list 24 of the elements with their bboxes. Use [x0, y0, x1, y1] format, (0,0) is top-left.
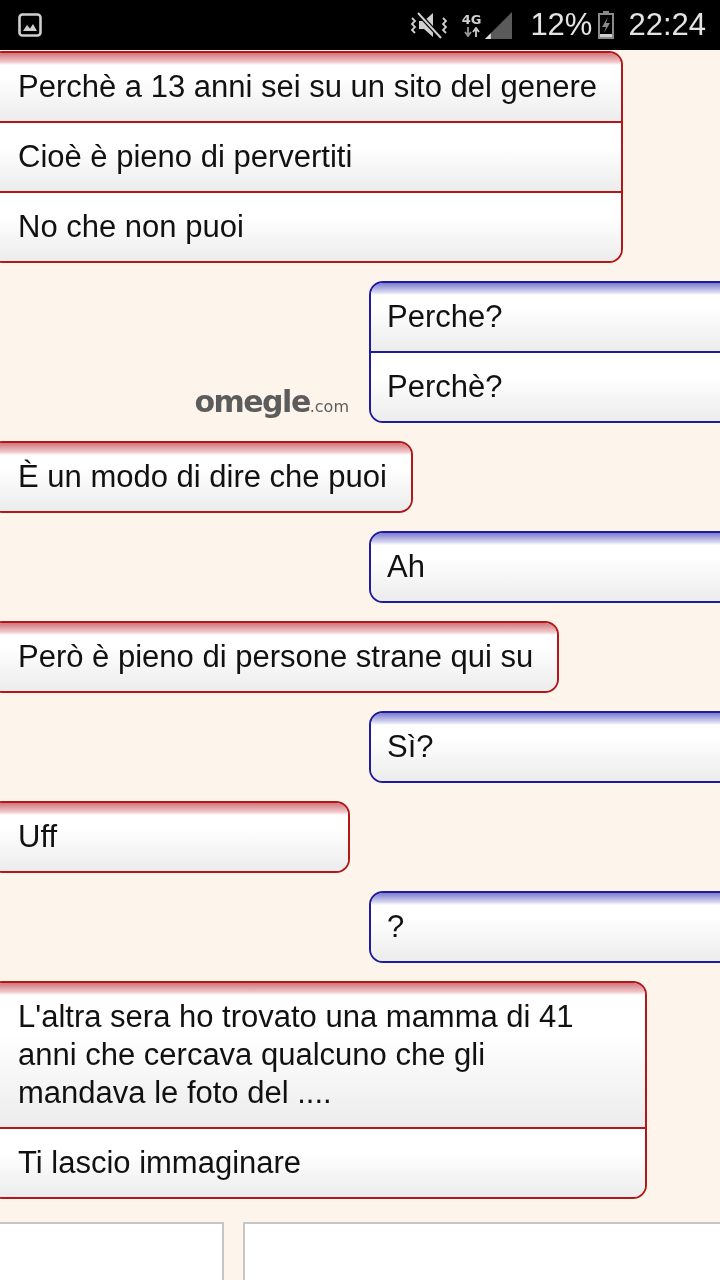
battery-charging-icon [598, 11, 615, 39]
message-text: Cioè è pieno di pervertiti [0, 121, 622, 191]
message-text: Perchè a 13 anni sei su un sito del genere [0, 53, 622, 121]
message-text: Però è pieno di persone strane qui su [0, 623, 558, 691]
message-text: È un modo di dire che puoi [0, 443, 411, 511]
vibrate-mute-icon [409, 10, 448, 40]
image-icon [18, 13, 42, 37]
clock: 22:24 [628, 7, 706, 43]
signal-icon [485, 11, 513, 39]
data-arrows-icon [463, 27, 480, 37]
message-text: Perchè? [371, 351, 720, 421]
message-text: Ah [371, 533, 720, 601]
message-text: No che non puoi [0, 191, 622, 261]
network-type: 4G [461, 13, 482, 27]
message-text: Uff [0, 803, 348, 871]
battery-percentage: 12% [530, 7, 593, 43]
message-text: Sì? [371, 713, 720, 781]
message-text: ? [371, 893, 720, 961]
message-text: L'altra sera ho trovato una mamma di 41 anni che cercava qualcuno che gli mandava le foto del .... [0, 983, 645, 1127]
message-field[interactable] [243, 1222, 720, 1280]
message-text: Ti lascio immaginare [0, 1127, 645, 1197]
bottom-button[interactable] [0, 1222, 224, 1280]
message-text: Perche? [371, 283, 720, 351]
site-logo: omegle.com [194, 387, 349, 417]
